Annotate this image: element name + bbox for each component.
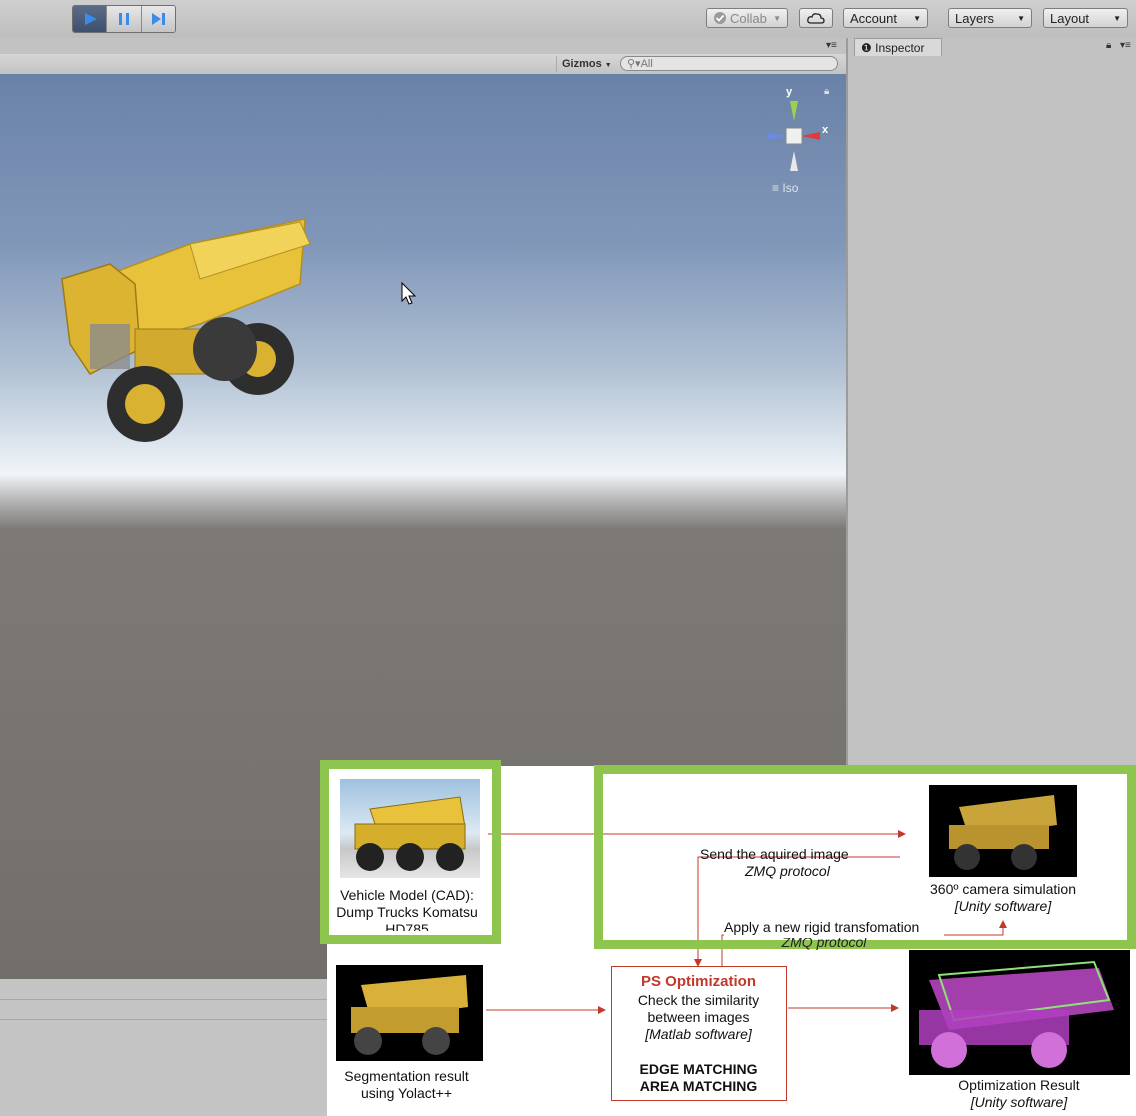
result-caption: Optimization Result [Unity software] (919, 1077, 1119, 1111)
dump-truck-icon (351, 975, 468, 1055)
dump-truck-overlay-icon (919, 960, 1114, 1068)
step-icon (152, 13, 166, 25)
segmentation-image (336, 965, 483, 1061)
chevron-down-icon: ▼ (773, 13, 781, 23)
inspector-tab[interactable]: ❶ Inspector (854, 38, 942, 56)
ps-software: [Matlab software] (645, 1026, 752, 1042)
account-label: Account (850, 10, 897, 26)
play-button[interactable] (73, 6, 108, 32)
scene-tab-bar: ▾≡ (0, 38, 846, 54)
cloud-icon (807, 13, 825, 24)
dump-truck-model[interactable] (50, 144, 380, 464)
result-caption-title: Optimization Result (958, 1077, 1080, 1093)
hamburger-icon: ≡ (772, 181, 780, 195)
cloud-button[interactable] (799, 8, 833, 28)
divider (0, 999, 330, 1000)
ps-optimization-box: PS Optimization Check the similarity bet… (611, 966, 787, 1101)
axis-gizmo-icon (768, 101, 820, 171)
iso-label[interactable]: ≡ Iso (772, 181, 798, 195)
layout-label: Layout (1050, 10, 1090, 26)
step-button[interactable] (141, 6, 175, 32)
ps-line1: Check the similarity (637, 992, 760, 1008)
collab-button[interactable]: Collab ▼ (706, 8, 788, 28)
iso-text: Iso (782, 181, 799, 195)
highlight-box-cad (320, 760, 501, 944)
collab-label: Collab (730, 10, 767, 26)
optimization-result-image (909, 950, 1130, 1075)
chevron-down-icon: ▼ (1113, 13, 1121, 23)
segmentation-caption: Segmentation result using Yolact++ (344, 1068, 469, 1101)
panel-menu-icon[interactable]: ▾≡ (1120, 40, 1131, 51)
scene-search-input[interactable]: ⚲▾All (620, 56, 838, 71)
gizmos-dropdown[interactable]: Gizmos ▼ (556, 56, 612, 72)
ps-line2: between images (647, 1009, 750, 1025)
project-panel-fragment (0, 979, 330, 1116)
chevron-down-icon: ▼ (604, 62, 612, 69)
account-dropdown[interactable]: Account ▼ (843, 8, 928, 28)
play-icon (84, 13, 97, 25)
playback-controls (72, 5, 176, 33)
search-icon: ⚲▾ (627, 58, 641, 70)
layers-dropdown[interactable]: Layers ▼ (948, 8, 1032, 28)
pause-icon (118, 13, 129, 25)
info-icon: ❶ (861, 41, 872, 55)
mouse-cursor-icon (401, 282, 417, 305)
lock-icon[interactable]: 🔒︎ (1106, 40, 1111, 51)
lock-icon[interactable]: 🔒︎ (824, 86, 829, 97)
editor-toolbar: Collab ▼ Account ▼ Layers ▼ Layout ▼ (0, 0, 1136, 39)
inspector-tab-label: Inspector (875, 41, 925, 55)
layers-label: Layers (955, 10, 995, 26)
zmq-label-partial: ZMQ protocol (781, 938, 867, 950)
chevron-down-icon: ▼ (913, 13, 921, 23)
ps-title: PS Optimization (640, 973, 756, 990)
apply-transform-label: Apply a new rigid transfomation (724, 919, 944, 936)
panel-menu-icon[interactable]: ▾≡ (826, 40, 837, 51)
chevron-down-icon: ▼ (1017, 13, 1025, 23)
ps-area: AREA MATCHING (639, 1078, 758, 1094)
check-icon (714, 12, 726, 24)
pause-button[interactable] (107, 6, 142, 32)
divider (0, 1019, 330, 1020)
layout-dropdown[interactable]: Layout ▼ (1043, 8, 1128, 28)
orientation-gizmo[interactable]: y x 🔒︎ (760, 86, 835, 176)
result-caption-software: [Unity software] (970, 1094, 1068, 1110)
search-placeholder: All (640, 58, 653, 70)
ps-edge: EDGE MATCHING (639, 1061, 758, 1077)
gizmos-label: Gizmos (562, 58, 602, 70)
